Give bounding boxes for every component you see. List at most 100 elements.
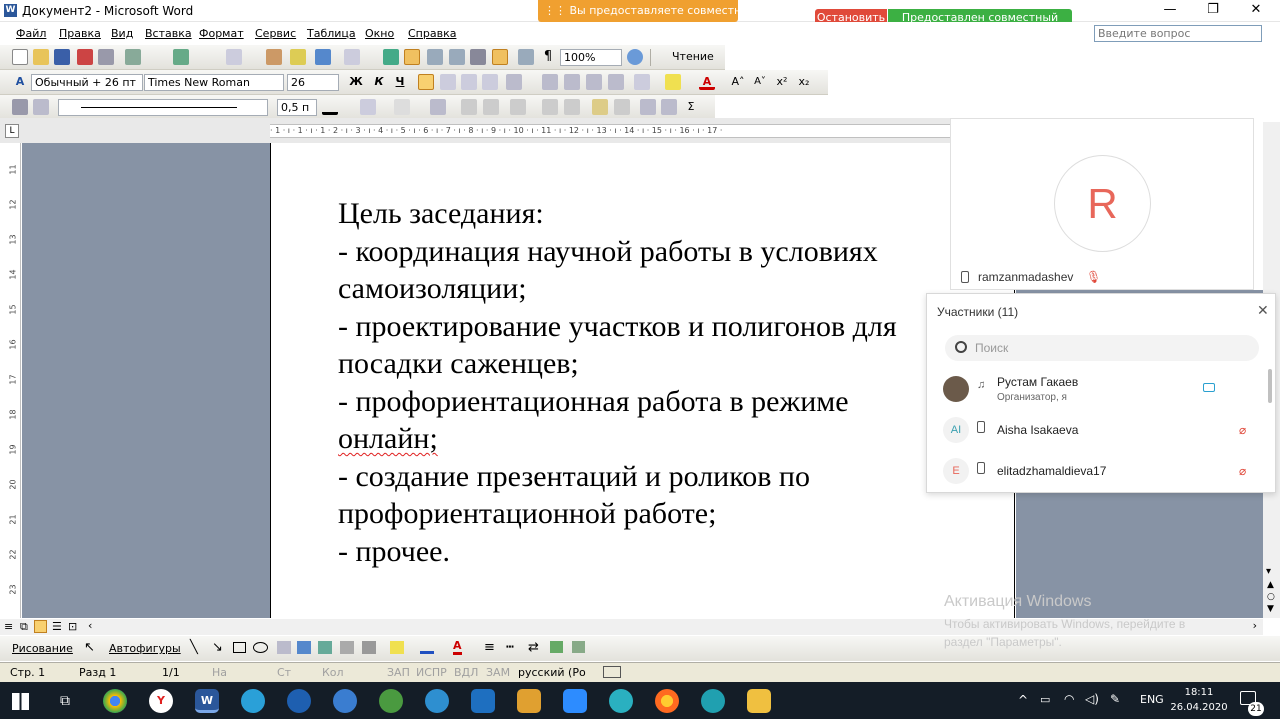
- menu-tools[interactable]: Сервис: [255, 27, 296, 40]
- italic-button[interactable]: К: [371, 74, 387, 90]
- shading-color-icon[interactable]: [394, 99, 410, 115]
- folder-app-icon[interactable]: [517, 689, 541, 713]
- distribute-columns-icon[interactable]: [564, 99, 580, 115]
- input-language[interactable]: ENG: [1140, 693, 1164, 706]
- participant-row[interactable]: ♫ Рустам Гакаев Организатор, я: [927, 370, 1267, 408]
- copy-icon[interactable]: [226, 49, 242, 65]
- print-layout-icon[interactable]: [34, 620, 47, 633]
- style-select[interactable]: Обычный + 26 пт: [31, 74, 143, 91]
- diagram-icon[interactable]: [318, 641, 332, 654]
- autosum-icon[interactable]: Σ: [683, 99, 699, 115]
- status-language[interactable]: русский (Ро: [518, 666, 586, 679]
- yandex-browser-icon[interactable]: Y: [149, 689, 173, 713]
- pen-icon[interactable]: ✎: [1110, 692, 1120, 706]
- previous-page-icon[interactable]: ▲: [1267, 580, 1274, 590]
- tray-chevron-icon[interactable]: ^: [1018, 693, 1028, 707]
- font-select[interactable]: Times New Roman: [144, 74, 284, 91]
- globe-app-icon[interactable]: [379, 689, 403, 713]
- new-document-icon[interactable]: [12, 49, 28, 65]
- arrow-style-icon[interactable]: ⇄: [528, 640, 539, 655]
- align-center-icon[interactable]: [440, 74, 456, 90]
- app-window-icon[interactable]: [471, 689, 495, 713]
- format-painter-icon[interactable]: [290, 49, 306, 65]
- status-trk[interactable]: ИСПР: [416, 666, 447, 679]
- next-page-icon[interactable]: ▼: [1267, 604, 1274, 614]
- line-tool-icon[interactable]: ╲: [190, 640, 198, 655]
- rectangle-tool-icon[interactable]: [233, 642, 246, 653]
- reading-button[interactable]: Чтение: [656, 50, 714, 63]
- wordart-icon[interactable]: [297, 641, 311, 654]
- numbering-icon[interactable]: [542, 74, 558, 90]
- word-taskbar-icon[interactable]: W: [195, 689, 219, 713]
- draw-table-icon[interactable]: [12, 99, 28, 115]
- merge-cells-icon[interactable]: [461, 99, 477, 115]
- align-right-icon[interactable]: [461, 74, 477, 90]
- borders-icon[interactable]: [634, 74, 650, 90]
- undo-icon[interactable]: [315, 49, 331, 65]
- vertical-ruler[interactable]: 11 12 13 14 15 16 17 18 19 20 21 22 23: [3, 143, 21, 618]
- clock[interactable]: 18:11 26.04.2020: [1170, 685, 1228, 715]
- sort-ascending-icon[interactable]: [640, 99, 656, 115]
- camera-icon[interactable]: [1203, 383, 1215, 392]
- line-style-select[interactable]: [58, 99, 268, 116]
- spelling-icon[interactable]: [173, 49, 189, 65]
- 3d-style-icon[interactable]: [572, 641, 585, 653]
- fill-color-icon[interactable]: [390, 641, 404, 654]
- columns-icon[interactable]: [470, 49, 486, 65]
- drawing-menu[interactable]: Рисование: [12, 642, 73, 655]
- status-rec[interactable]: ЗАП: [387, 666, 410, 679]
- distribute-rows-icon[interactable]: [542, 99, 558, 115]
- app-circle-icon[interactable]: [609, 689, 633, 713]
- textbox-tool-icon[interactable]: [277, 641, 291, 654]
- highlight-icon[interactable]: [665, 74, 681, 90]
- arrow-tool-icon[interactable]: ↘: [212, 640, 223, 655]
- insert-table-icon[interactable]: [427, 49, 443, 65]
- menu-help[interactable]: Справка: [408, 27, 456, 40]
- font-color-icon[interactable]: A: [699, 74, 715, 90]
- tab-selector[interactable]: L: [5, 124, 19, 138]
- menu-format[interactable]: Формат: [199, 27, 244, 40]
- save-icon[interactable]: [54, 49, 70, 65]
- styles-pane-icon[interactable]: A: [12, 74, 28, 90]
- menu-edit[interactable]: Правка: [59, 27, 101, 40]
- shrink-font-icon[interactable]: A˅: [752, 74, 768, 90]
- open-folder-icon[interactable]: [33, 49, 49, 65]
- menu-insert[interactable]: Вставка: [145, 27, 192, 40]
- close-icon[interactable]: ✕: [1257, 302, 1269, 319]
- drawing-font-color-icon[interactable]: A: [453, 639, 462, 655]
- line-style-icon[interactable]: ≡: [484, 640, 495, 655]
- bold-button[interactable]: Ж: [348, 74, 364, 90]
- zoom-select[interactable]: 100%: [560, 49, 622, 66]
- participants-search-input[interactable]: Поиск: [945, 335, 1259, 361]
- shadow-style-icon[interactable]: [550, 641, 563, 653]
- browser-globe-icon[interactable]: [287, 689, 311, 713]
- battery-icon[interactable]: ▭: [1040, 693, 1050, 706]
- network-app-icon[interactable]: [425, 689, 449, 713]
- participant-row[interactable]: AI Aisha Isakaeva ⌀: [927, 411, 1267, 449]
- align-left-icon[interactable]: [418, 74, 434, 90]
- line-weight-select[interactable]: 0,5 п: [277, 99, 317, 116]
- picture-icon[interactable]: [362, 641, 376, 654]
- autoshapes-menu[interactable]: Автофигуры: [109, 642, 181, 655]
- eraser-icon[interactable]: [33, 99, 49, 115]
- justify-icon[interactable]: [482, 74, 498, 90]
- restore-button[interactable]: ❐: [1193, 0, 1233, 22]
- participants-scrollbar[interactable]: [1268, 369, 1272, 403]
- document-map-icon[interactable]: [518, 49, 534, 65]
- telegram-icon[interactable]: [241, 689, 265, 713]
- browse-object-icon[interactable]: ○: [1267, 592, 1275, 602]
- decrease-indent-icon[interactable]: [586, 74, 602, 90]
- spelling-status-icon[interactable]: [603, 666, 621, 678]
- subscript-icon[interactable]: x₂: [796, 74, 812, 90]
- muted-mic-icon[interactable]: ⌀: [1239, 464, 1246, 478]
- permission-icon[interactable]: [77, 49, 93, 65]
- scroll-right-icon[interactable]: ›: [1253, 619, 1257, 632]
- grow-font-icon[interactable]: A˄: [730, 74, 746, 90]
- help-icon[interactable]: [627, 49, 643, 65]
- normal-view-icon[interactable]: ≡: [4, 620, 13, 633]
- sort-descending-icon[interactable]: [661, 99, 677, 115]
- close-button[interactable]: ✕: [1236, 0, 1276, 22]
- select-objects-icon[interactable]: ↖: [84, 640, 95, 655]
- menu-window[interactable]: Окно: [365, 27, 394, 40]
- file-explorer-icon[interactable]: [747, 689, 771, 713]
